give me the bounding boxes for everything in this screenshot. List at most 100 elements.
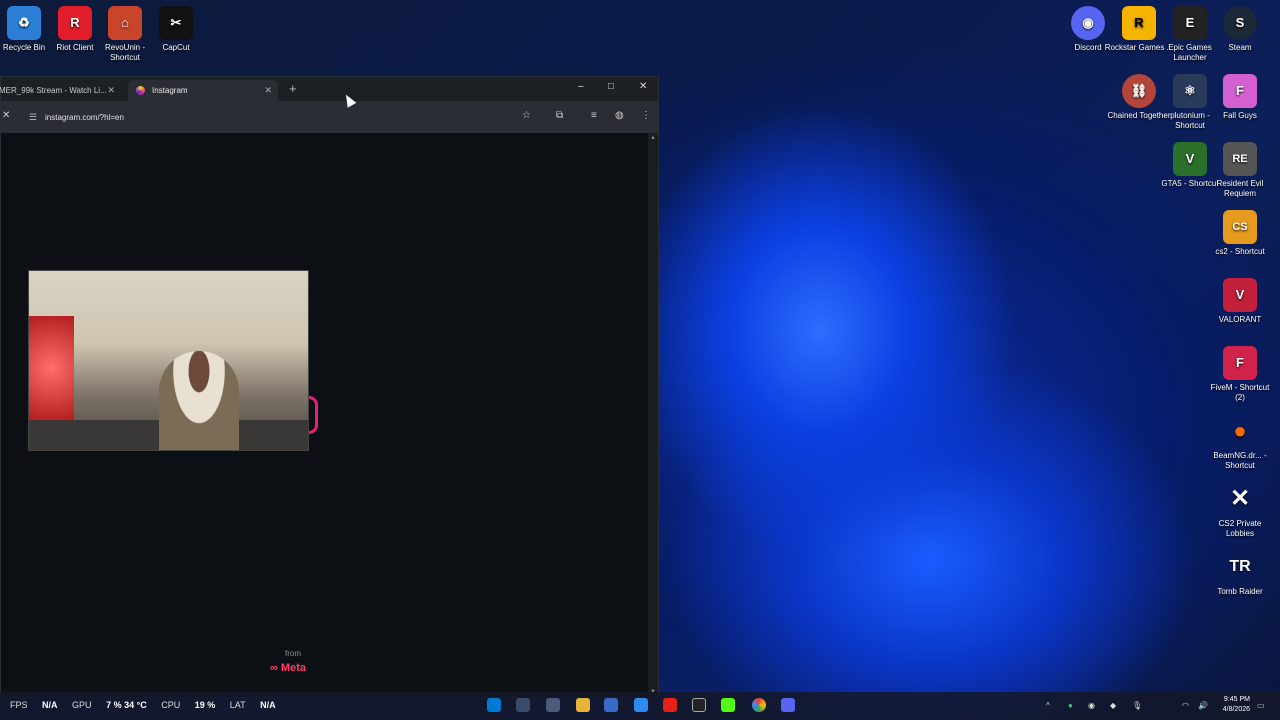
tab-instagram[interactable]: Instagram ✕ [128,80,278,101]
desktop-icon-label: BeamNG.dr... - Shortcut [1213,451,1267,470]
desktop-icon-resident-evil[interactable]: RE Resident Evil Requiem [1205,142,1275,199]
search-icon[interactable] [516,698,530,712]
maximize-button[interactable]: □ [608,81,614,92]
start-button[interactable] [487,698,501,712]
streamer [159,351,239,450]
gpu-label: GPU [72,700,92,710]
tab-strip: MER_99k Stream - Watch Li... ✕ Instagram… [0,77,658,101]
file-explorer-icon[interactable] [576,698,590,712]
tray-status-icon[interactable]: ● [1068,701,1073,710]
scroll-up-icon[interactable]: ▲ [650,135,656,141]
task-view-icon[interactable] [546,698,560,712]
edge-icon[interactable] [634,698,648,712]
minimize-button[interactable]: – [578,81,584,92]
discord-icon: ◉ [1071,6,1105,40]
desktop-icon-fall-guys[interactable]: F Fall Guys [1205,74,1275,121]
instagram-favicon-icon [136,86,145,95]
lat-value: N/A [260,700,276,710]
youtube-icon[interactable] [663,698,677,712]
site-info-icon[interactable]: ☰ [29,112,37,123]
media-controls-icon[interactable]: ≡ [591,110,597,121]
webcam-overlay [28,270,309,451]
desktop-icon-beamng[interactable]: ● BeamNG.dr... - Shortcut [1205,414,1275,471]
taskbar: FPS N/A GPU 7 % 34 °C CPU 19 % LAT N/A ^… [0,692,1280,720]
address-bar[interactable]: ☰ instagram.com/?hl=en [25,107,545,128]
close-icon[interactable]: ✕ [107,85,115,96]
plutonium-icon: ⚛ [1173,74,1207,108]
instagram-logo-icon [309,396,318,434]
notifications-icon[interactable]: ▭ [1257,701,1265,710]
desktop-icon-label: CS2 Private Lobbies [1218,519,1262,538]
chained-together-icon: ⛓ [1122,74,1156,108]
recycle-bin-icon: ♻ [7,6,41,40]
desktop-icon-label: CapCut [162,43,190,52]
menu-kebab-icon[interactable]: ⋮ [641,110,651,121]
close-window-button[interactable]: ✕ [639,81,647,92]
desktop-icon-label: FiveM - Shortcut (2) [1210,383,1270,402]
performance-overlay: FPS N/A GPU 7 % 34 °C CPU 19 % LAT N/A [10,700,288,710]
desktop-icon-label: Tomb Raider [1217,587,1263,596]
fivem-icon: F [1223,346,1257,380]
capcut-icon: ✂ [159,6,193,40]
tab-stream[interactable]: MER_99k Stream - Watch Li... ✕ [0,80,121,101]
tray-app-icon[interactable]: ◆ [1110,701,1116,710]
revo-uninstaller-icon: ⌂ [108,6,142,40]
cs2-lobbies-icon: ✕ [1229,485,1251,512]
cpu-label: CPU [161,700,181,710]
desktop-icon-label: Fall Guys [1223,111,1257,120]
resident-evil-icon: RE [1223,142,1257,176]
kick-icon[interactable] [721,698,735,712]
tomb-raider-icon: TR [1229,558,1251,575]
clock-date: 4/8/2026 [1222,706,1250,713]
tray-steam-icon[interactable]: ◉ [1088,701,1095,710]
beamng-icon: ● [1233,418,1247,443]
obs-icon[interactable] [692,698,706,712]
volume-icon[interactable]: 🔊 [1198,701,1208,710]
desktop-icon-label: Resident Evil Requiem [1216,179,1264,198]
cpu-value: 19 % [194,700,216,710]
desktop-icon-steam[interactable]: S Steam [1205,6,1275,53]
fall-guys-icon: F [1223,74,1257,108]
microphone-icon[interactable]: 🎙 [1132,701,1142,710]
gta5-icon: V [1173,142,1207,176]
close-icon[interactable]: ✕ [264,85,272,96]
profile-avatar-icon[interactable]: ◍ [615,110,624,121]
desktop-icon-tomb-raider[interactable]: TR Tomb Raider [1205,550,1275,597]
rockstar-icon: R [1122,6,1156,40]
stop-loading-icon[interactable]: ✕ [2,110,10,121]
valorant-icon: V [1223,278,1257,312]
desktop-icon-cs2[interactable]: CS cs2 - Shortcut [1205,210,1275,257]
bookmark-star-icon[interactable]: ☆ [522,110,531,121]
discord-taskbar-icon[interactable] [781,698,795,712]
scrollbar[interactable]: ▲ ▼ [648,133,658,697]
browser-toolbar: ✕ ☰ instagram.com/?hl=en ☆ ⧉ ≡ ◍ ⋮ [1,101,658,133]
desktop-icon-valorant[interactable]: V VALORANT [1205,278,1275,325]
desktop-icon-label: cs2 - Shortcut [1215,247,1265,256]
gpu-value: 7 % 34 °C [106,700,147,710]
lat-label: LAT [229,700,246,710]
desktop-icon-cs2-private-lobbies[interactable]: ✕ CS2 Private Lobbies [1205,482,1275,539]
fps-label: FPS [10,700,28,710]
url-text: instagram.com/?hl=en [45,113,124,122]
store-icon[interactable] [604,698,618,712]
desktop-icon-label: VALORANT [1218,315,1262,324]
meta-logo: ∞ Meta [270,662,306,674]
desktop-icon-label: Steam [1228,43,1252,52]
epic-games-icon: E [1173,6,1207,40]
wifi-icon[interactable]: ◠ [1182,701,1189,710]
show-hidden-icons-icon[interactable]: ^ [1046,701,1050,710]
cs2-icon: CS [1223,210,1257,244]
chrome-icon[interactable] [752,698,766,712]
new-tab-button[interactable]: + [289,81,297,96]
tab-label: MER_99k Stream - Watch Li... [0,86,107,95]
extensions-icon[interactable]: ⧉ [556,110,563,121]
tab-label: Instagram [152,86,188,95]
from-label: from [285,649,301,658]
desktop-icon-fivem[interactable]: F FiveM - Shortcut (2) [1205,346,1275,403]
clock-time: 9:45 PM [1223,696,1250,703]
clock[interactable]: 9:45 PM 4/8/2026 [1223,695,1250,715]
fps-value: N/A [42,700,58,710]
steam-icon: S [1223,6,1257,40]
riot-client-icon: R [58,6,92,40]
desktop-icon-capcut[interactable]: ✂ CapCut [141,6,211,53]
